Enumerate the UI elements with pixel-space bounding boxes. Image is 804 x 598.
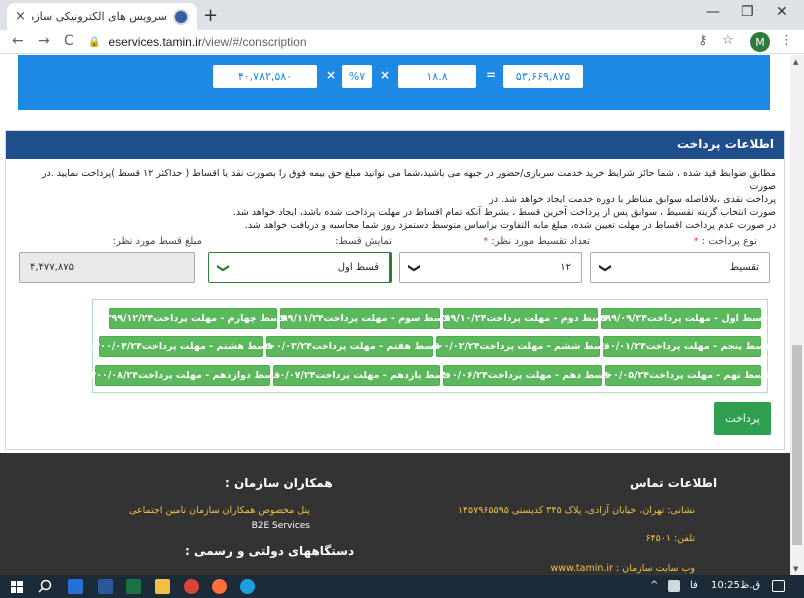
calc-multiply-sign-2: × xyxy=(380,68,391,82)
installment-button[interactable]: قسط نهم - مهلت پرداخت۱۴۰۰/۰۵/۲۴ xyxy=(596,365,770,386)
payment-type-value: تقسیط xyxy=(729,262,759,273)
show-installment-select[interactable]: ❯ قسط اول xyxy=(208,252,392,283)
site-footer: اطلاعات تماس نشانی: تهران، خیابان آزادی،… xyxy=(0,453,790,575)
scroll-down-arrow-icon[interactable]: ▼ xyxy=(793,565,798,573)
forward-button[interactable]: → xyxy=(38,33,50,49)
installment-amount-field: ۴,۴۷۷,۸۷۵ xyxy=(19,252,195,283)
gov-title: دستگاههای دولتی و رسمی : xyxy=(185,544,355,558)
firefox-icon[interactable] xyxy=(212,579,227,594)
excel-icon[interactable] xyxy=(126,579,141,594)
url-host: eservices.tamin.ir xyxy=(108,35,202,49)
address-bar: ← → C 🔒 eservices.tamin.ir/view/#/conscr… xyxy=(0,30,804,54)
scrollbar-thumb[interactable] xyxy=(792,345,802,545)
chrome-icon[interactable] xyxy=(184,579,199,594)
partners-title: همکاران سازمان : xyxy=(225,476,333,490)
scroll-up-arrow-icon[interactable]: ▲ xyxy=(793,58,798,66)
internet-explorer-icon[interactable] xyxy=(240,579,255,594)
show-installment-value: قسط اول xyxy=(337,262,379,273)
search-icon[interactable] xyxy=(38,579,52,596)
back-button[interactable]: ← xyxy=(12,33,24,49)
required-mark: * xyxy=(693,236,699,247)
browser-tabbar: سرویس های الکترونیکی سازمان تام × + — ❐ … xyxy=(0,0,804,30)
reload-button[interactable]: C xyxy=(64,33,74,49)
installment-button[interactable]: قسط یازدهم - مهلت پرداخت۱۴۰۰/۰۷/۲۴ xyxy=(262,365,451,386)
notification-icon[interactable] xyxy=(772,580,785,592)
installment-button[interactable]: قسط ششم - مهلت پرداخت۱۴۰۰/۰۲/۲۴ xyxy=(426,336,610,357)
description-line: در صورت عدم پرداخت اقساط در مهلت تعیین ش… xyxy=(244,220,776,231)
b2e-link[interactable]: B2E Services xyxy=(225,521,310,531)
page-viewport: ۴۰,۷۸۲,۵۸۰ × %۷ × ۱۸.۸ = ۵۳,۶۶۹,۸۷۵ اطلا… xyxy=(0,55,790,575)
description-line: مطابق ضوابط قید شده ، شما حائز شرایط خری… xyxy=(41,168,776,192)
language-indicator[interactable]: فا xyxy=(690,580,698,591)
clock-time[interactable]: 10:25 xyxy=(711,580,740,591)
tamin-favicon-icon xyxy=(173,8,189,25)
installment-amount-value: ۴,۴۷۷,۸۷۵ xyxy=(30,262,74,273)
start-icon[interactable] xyxy=(11,581,23,593)
payment-header: اطلاعات پرداخت xyxy=(6,131,784,159)
browser-tab[interactable]: سرویس های الکترونیکی سازمان تام × xyxy=(7,3,197,30)
calc-rate-box: %۷ xyxy=(342,65,372,88)
star-icon[interactable]: ☆ xyxy=(722,33,734,48)
windows-taskbar: ^ فا 10:25 ق.ظ xyxy=(0,575,804,598)
close-window-button[interactable]: ✕ xyxy=(776,4,788,20)
installment-button[interactable]: قسط اول - مهلت پرداخت۱۳۹۹/۰۹/۲۴ xyxy=(594,308,768,329)
browser-menu-icon[interactable]: ⋮ xyxy=(780,33,793,48)
installment-count-value: ۱۲ xyxy=(560,262,571,273)
pay-button[interactable]: پرداخت xyxy=(714,402,771,435)
installment-button[interactable]: قسط دوم - مهلت پرداخت۱۳۹۹/۱۰/۲۴ xyxy=(433,308,608,329)
calc-salary-box: ۴۰,۷۸۲,۵۸۰ xyxy=(213,65,317,88)
tab-close-icon[interactable]: × xyxy=(15,9,26,24)
chevron-down-icon: ❯ xyxy=(217,262,232,273)
calc-equals-sign: = xyxy=(486,68,497,82)
contact-title: اطلاعات تماس xyxy=(630,476,718,490)
file-explorer-icon[interactable] xyxy=(155,579,170,594)
calc-total-box: ۵۳,۶۶۹,۸۷۵ xyxy=(503,65,583,88)
task-view-icon[interactable] xyxy=(68,579,83,594)
installment-button[interactable]: قسط سوم - مهلت پرداخت۱۳۹۹/۱۱/۲۴ xyxy=(270,308,450,329)
chevron-down-icon: ❯ xyxy=(408,262,423,273)
tray-caret-icon[interactable]: ^ xyxy=(650,580,658,591)
network-icon[interactable] xyxy=(668,580,680,592)
payment-card: اطلاعات پرداخت مطابق ضوابط قید شده ، شما… xyxy=(5,130,785,450)
installment-button[interactable]: قسط هفتم - مهلت پرداخت۱۴۰۰/۰۳/۲۴ xyxy=(259,336,440,357)
payment-type-select[interactable]: ❯ تقسیط xyxy=(590,252,770,283)
installment-amount-label: مبلغ قسط مورد نظر: xyxy=(112,236,202,247)
calc-months-box: ۱۸.۸ xyxy=(398,65,476,88)
address-text: نشانی: تهران، خیابان آزادی، پلاک ۳۴۵ کدپ… xyxy=(457,505,695,516)
installment-button[interactable]: قسط دوازدهم - مهلت پرداخت۱۴۰۰/۰۸/۲۴ xyxy=(85,365,280,386)
show-installment-label: نمایش قسط: xyxy=(335,236,392,247)
required-mark: * xyxy=(483,236,489,247)
new-tab-button[interactable]: + xyxy=(203,5,218,26)
calc-multiply-sign: × xyxy=(326,68,337,82)
installment-button[interactable]: قسط دهم - مهلت پرداخت۱۴۰۰/۰۶/۲۴ xyxy=(434,365,611,386)
profile-avatar[interactable]: M xyxy=(750,32,770,52)
installments-panel: قسط اول - مهلت پرداخت۱۳۹۹/۰۹/۲۴ قسط دوم … xyxy=(85,299,771,393)
clock-ampm[interactable]: ق.ظ xyxy=(740,580,760,591)
key-icon[interactable]: ⚷ xyxy=(698,33,708,48)
payment-description: مطابق ضوابط قید شده ، شما حائز شرایط خری… xyxy=(14,167,776,232)
payment-type-label: نوع پرداخت : * xyxy=(693,236,757,247)
maximize-button[interactable]: ❐ xyxy=(741,4,754,20)
installment-button[interactable]: قسط چهارم - مهلت پرداخت۱۳۹۹/۱۲/۲۴ xyxy=(100,308,286,329)
partners-link[interactable]: پنل مخصوص همکاران سازمان تامین اجتماعی xyxy=(129,505,310,516)
lock-icon[interactable]: 🔒 xyxy=(88,37,100,48)
tab-title: سرویس های الکترونیکی سازمان تام xyxy=(32,10,167,23)
phone-text: تلفن: ۶۴۵۰۱ xyxy=(645,533,695,544)
word-icon[interactable] xyxy=(98,579,113,594)
description-line: صورت انتخاب گزینه تقسیط ، سوابق پس از پر… xyxy=(232,207,776,218)
installment-button[interactable]: قسط هشتم - مهلت پرداخت۱۴۰۰/۰۴/۲۴ xyxy=(89,336,273,357)
url-field[interactable]: 🔒 eservices.tamin.ir/view/#/conscription xyxy=(88,32,683,52)
installment-count-select[interactable]: ❯ ۱۲ xyxy=(399,252,582,283)
installment-count-label: تعداد تقسیط مورد نظر: * xyxy=(483,236,590,247)
calculation-panel: ۴۰,۷۸۲,۵۸۰ × %۷ × ۱۸.۸ = ۵۳,۶۶۹,۸۷۵ xyxy=(18,55,770,110)
minimize-button[interactable]: — xyxy=(706,4,720,20)
url-path: /view/#/conscription xyxy=(201,35,307,49)
chevron-down-icon: ❯ xyxy=(599,262,614,273)
installment-button[interactable]: قسط پنجم - مهلت پرداخت۱۴۰۰/۰۱/۲۴ xyxy=(593,336,771,357)
description-line: پرداخت نقدی ،بلافاصله سوابق متناظر با دو… xyxy=(489,194,776,205)
website-link[interactable]: وب سایت سازمان : www.tamin.ir xyxy=(545,563,695,574)
